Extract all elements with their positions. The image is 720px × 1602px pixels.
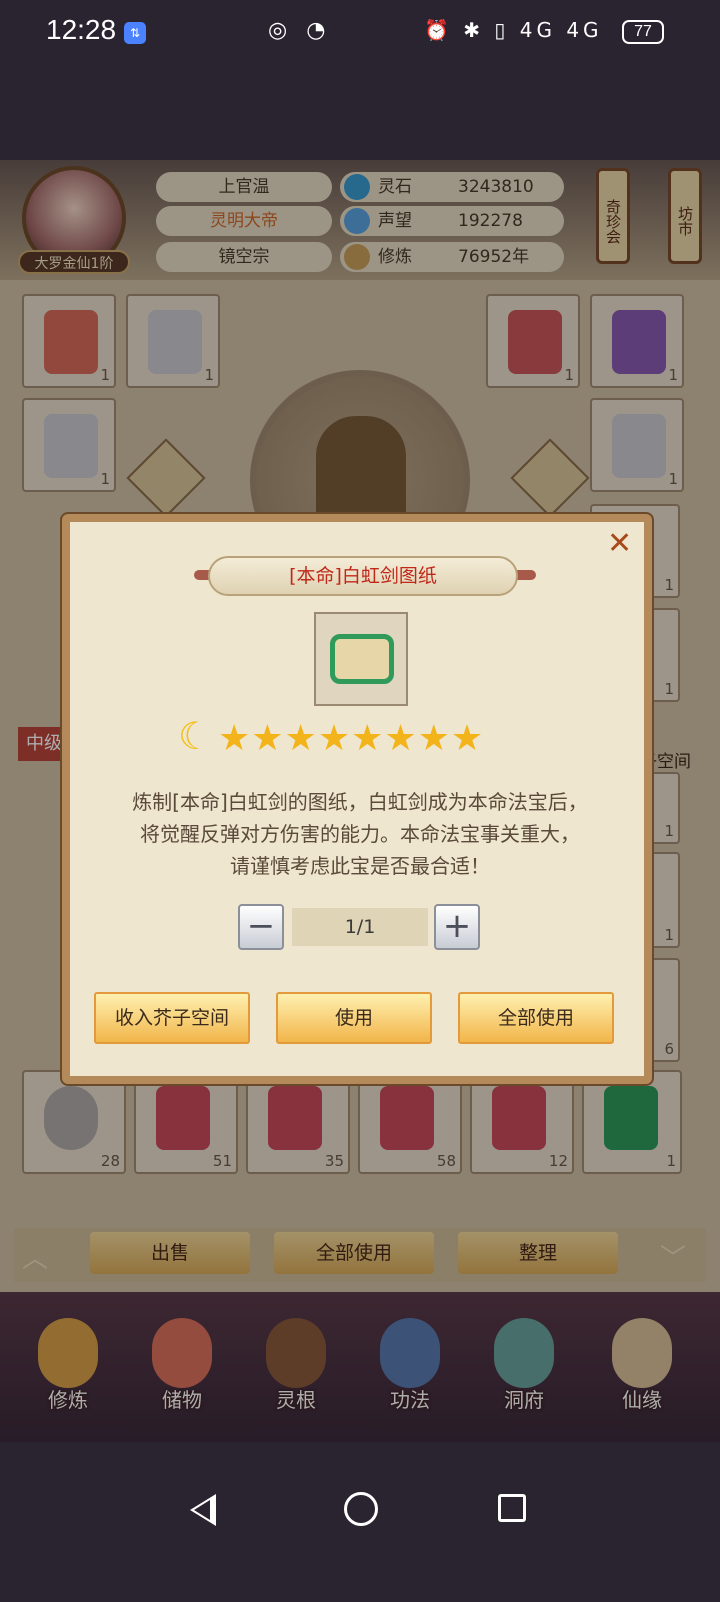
close-icon[interactable]: ✕ xyxy=(607,526,632,561)
status-bar: 12:28 ⇅ ◎ ◔ ⏰ ✱ ▯ 4G 4G 77 xyxy=(0,0,720,66)
star-rating: ★★★★★★★★ xyxy=(218,718,485,759)
notification-badge-icon: ⇅ xyxy=(124,22,146,44)
back-icon[interactable] xyxy=(190,1494,216,1526)
description-line: 请谨慎考虑此宝是否最合适！ xyxy=(230,854,490,878)
scroll-icon xyxy=(330,634,394,684)
status-right-icons: ⏰ ✱ ▯ 4G 4G xyxy=(424,18,603,42)
system-nav-bar xyxy=(0,1442,720,1602)
status-time: 12:28 xyxy=(46,14,117,45)
recent-apps-icon[interactable] xyxy=(498,1494,526,1522)
item-detail-dialog: ✕ [本命]白虹剑图纸 ☾ ★★★★★★★★ 炼制[本命]白虹剑的图纸，白虹剑成… xyxy=(62,514,652,1084)
increase-button[interactable]: + xyxy=(434,904,480,950)
home-icon[interactable] xyxy=(344,1492,378,1526)
store-in-space-button[interactable]: 收入芥子空间 xyxy=(94,992,250,1044)
use-all-button[interactable]: 全部使用 xyxy=(458,992,614,1044)
description-line: 炼制[本命]白虹剑的图纸，白虹剑成为本命法宝后， xyxy=(132,790,588,814)
item-preview xyxy=(314,612,408,706)
status-mid-icons: ◎ ◔ xyxy=(268,18,332,43)
use-button[interactable]: 使用 xyxy=(276,992,432,1044)
quantity-display: 1/1 xyxy=(292,908,428,946)
dialog-title: [本命]白虹剑图纸 xyxy=(208,556,518,596)
battery-icon: 77 xyxy=(622,20,664,44)
decrease-button[interactable]: − xyxy=(238,904,284,950)
description-line: 将觉醒反弹对方伤害的能力。本命法宝事关重大， xyxy=(140,822,580,846)
moon-icon: ☾ xyxy=(178,714,213,758)
item-description: 炼制[本命]白虹剑的图纸，白虹剑成为本命法宝后， 将觉醒反弹对方伤害的能力。本命… xyxy=(90,786,630,882)
